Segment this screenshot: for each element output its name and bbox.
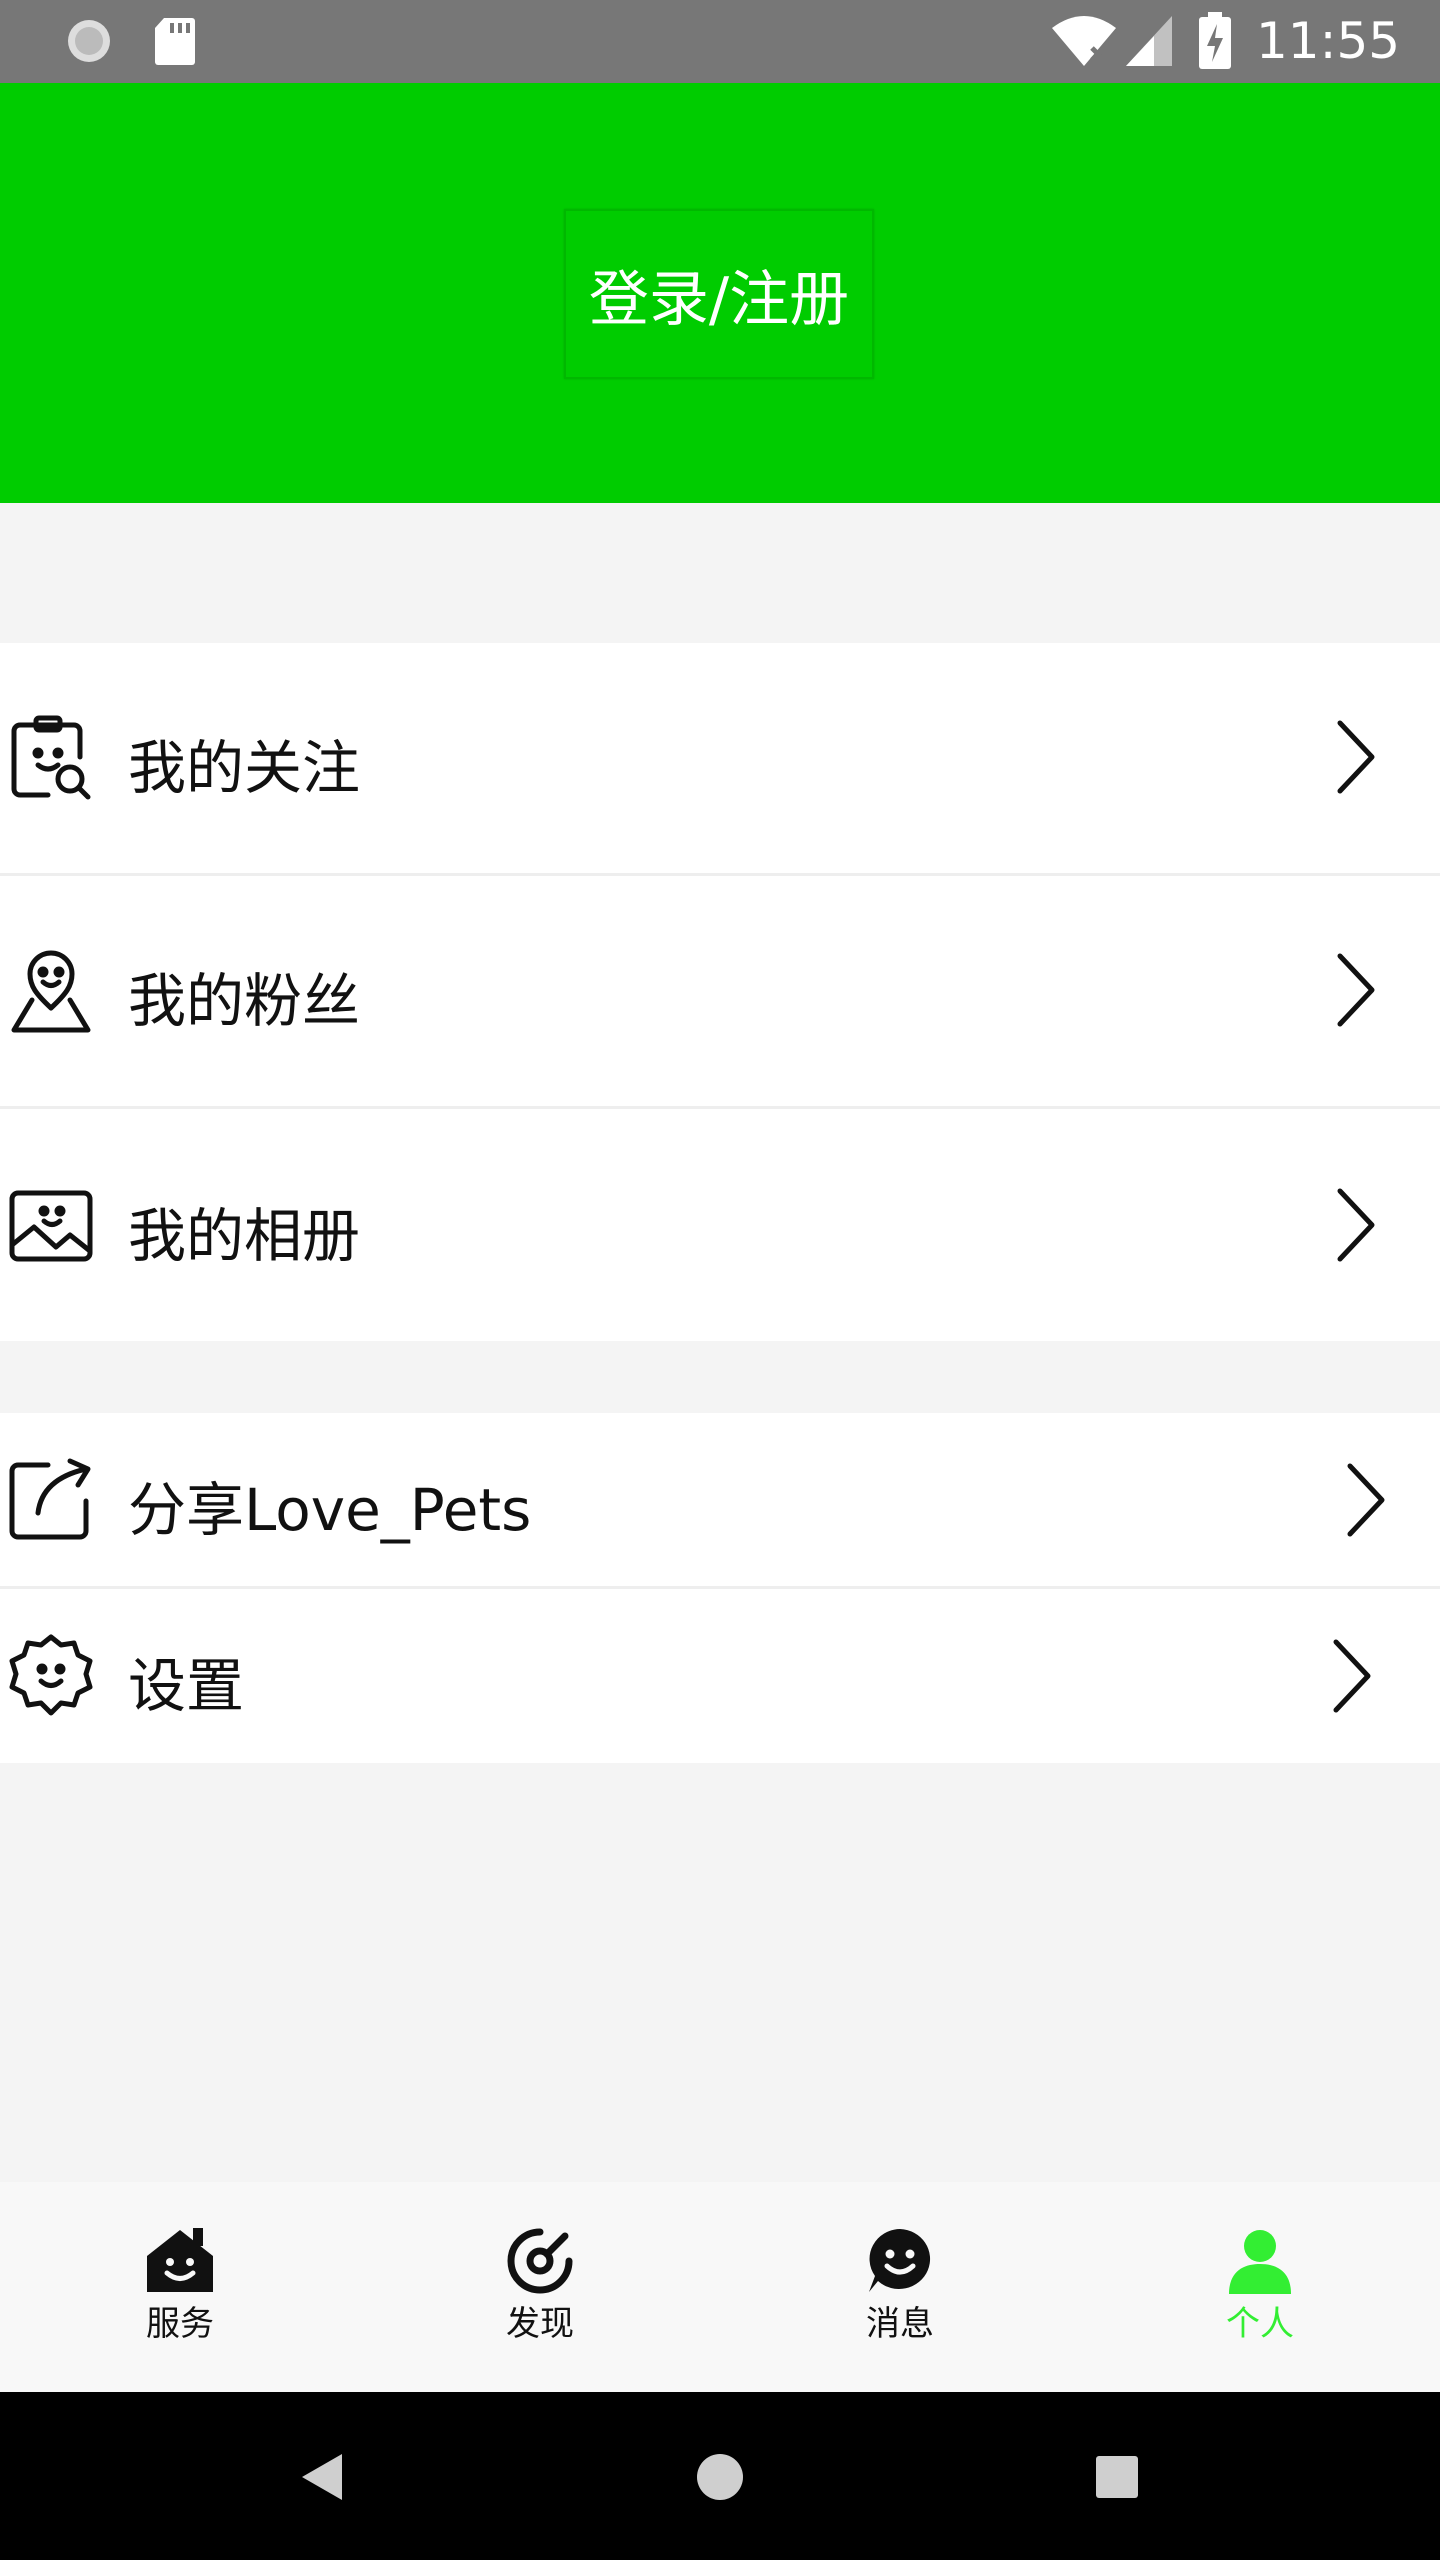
tab-service[interactable]: 服务: [80, 2182, 280, 2392]
menu-group-2: 分享Love_Pets 设置: [0, 1413, 1440, 1763]
menu-item-label: 我的粉丝: [128, 967, 361, 1035]
profile-header: 登录/注册: [0, 83, 1440, 503]
menu-group-1: 我的关注 我的粉丝 我的相册: [0, 643, 1440, 1341]
battery-charging-icon: [1199, 12, 1231, 69]
clipboard-search-icon: [11, 715, 91, 800]
menu-item-my-album[interactable]: 我的相册: [0, 1109, 1440, 1341]
share-icon: [9, 1458, 91, 1540]
menu-item-label: 设置: [128, 1652, 245, 1720]
person-icon: [1229, 2230, 1291, 2294]
message-smile-icon: [869, 2229, 931, 2292]
home-smile-icon: [147, 2228, 213, 2292]
tab-messages[interactable]: 消息: [800, 2182, 1000, 2392]
menu-item-label: 分享Love_Pets: [128, 1476, 532, 1544]
chevron-right-icon: [1337, 953, 1375, 1027]
menu-item-label: 我的关注: [128, 734, 361, 802]
menu-item-settings[interactable]: 设置: [0, 1589, 1440, 1763]
menu-item-my-fans[interactable]: 我的粉丝: [0, 876, 1440, 1106]
home-icon[interactable]: [685, 2442, 755, 2512]
smile-picture-icon: [9, 1190, 93, 1262]
loading-icon: [68, 20, 110, 62]
menu-item-share[interactable]: 分享Love_Pets: [0, 1413, 1440, 1586]
back-icon[interactable]: [288, 2442, 358, 2512]
sd-card-icon: [155, 18, 195, 65]
tab-label: 个人: [1226, 2304, 1294, 2344]
chevron-right-icon: [1337, 720, 1375, 794]
status-bar: 11:55: [0, 0, 1440, 83]
tab-profile[interactable]: 个人: [1160, 2182, 1360, 2392]
status-time: 11:55: [1256, 12, 1401, 70]
login-register-button[interactable]: 登录/注册: [564, 209, 874, 379]
tab-label: 服务: [146, 2304, 214, 2344]
tab-label: 消息: [866, 2304, 934, 2344]
tab-label: 发现: [506, 2304, 574, 2344]
menu-item-label: 我的相册: [128, 1202, 361, 1270]
recents-icon[interactable]: [1082, 2442, 1152, 2512]
signal-icon: [1126, 16, 1172, 66]
chevron-right-icon: [1337, 1188, 1375, 1262]
smile-person-icon: [11, 950, 91, 1033]
chevron-right-icon: [1333, 1639, 1371, 1713]
compass-icon: [507, 2228, 573, 2294]
wifi-icon: [1052, 16, 1116, 66]
bottom-tab-bar: 服务 发现 消息 个人: [0, 2182, 1440, 2392]
tab-discover[interactable]: 发现: [440, 2182, 640, 2392]
menu-item-my-follows[interactable]: 我的关注: [0, 643, 1440, 873]
chevron-right-icon: [1347, 1463, 1385, 1537]
system-nav-bar: [0, 2392, 1440, 2560]
settings-smile-icon: [9, 1634, 93, 1716]
